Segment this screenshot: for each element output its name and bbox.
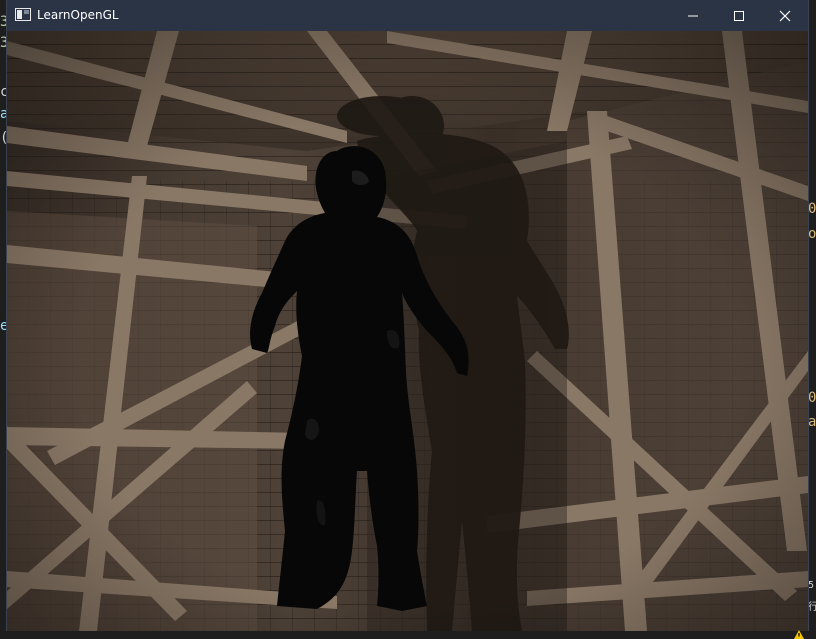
maximize-icon (734, 11, 744, 21)
close-icon (779, 10, 791, 22)
maximize-button[interactable] (716, 0, 762, 31)
editor-edge-glyph: 5 (808, 580, 815, 591)
bottom-taskbar-strip (0, 631, 816, 639)
editor-edge-glyph: a (808, 414, 816, 430)
window-title: LearnOpenGL (37, 8, 119, 22)
editor-edge-glyph: 0 (808, 201, 816, 217)
learnopengl-window[interactable]: LearnOpenGL (7, 0, 808, 631)
close-button[interactable] (762, 0, 808, 31)
opengl-render-viewport[interactable] (7, 31, 808, 631)
editor-edge-glyph: o (808, 226, 816, 242)
window-titlebar[interactable]: LearnOpenGL (7, 0, 808, 31)
warning-icon (794, 630, 804, 639)
editor-edge-glyph: 0 (808, 390, 816, 406)
app-window-icon (15, 8, 31, 21)
minimize-icon (688, 15, 698, 17)
rendered-scene (7, 31, 808, 631)
editor-edge-glyph: 行 (808, 602, 816, 613)
minimize-button[interactable] (670, 0, 716, 31)
